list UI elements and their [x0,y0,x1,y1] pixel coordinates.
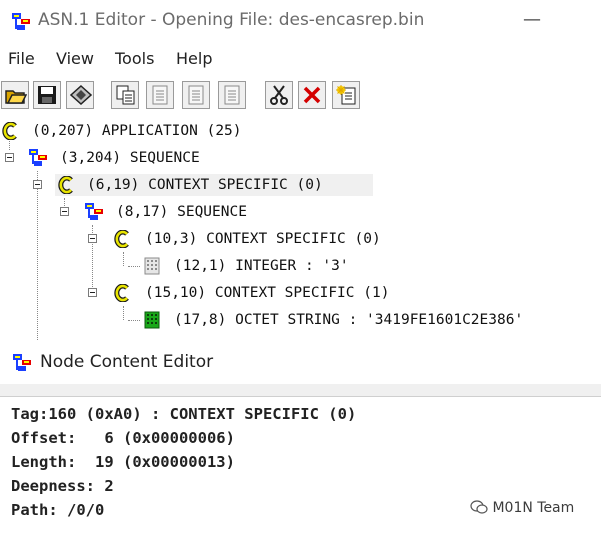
tree-node-integer[interactable]: (12,1) INTEGER : '3' [0,255,430,277]
menu-bar: File View Tools Help [0,44,601,74]
tree-node-label: (3,204) SEQUENCE [60,150,200,166]
new-doc-button[interactable] [332,81,360,109]
node-editor-title-bar: Node Content Editor [0,340,601,384]
tree-node-label: (6,19) CONTEXT SPECIFIC (0) [87,177,323,193]
node-editor-title: Node Content Editor [40,352,214,372]
doc-icon [152,85,168,105]
c-icon [114,230,129,248]
asn1-tree-view: (0,207) APPLICATION (25) (3,204) SEQUENC… [0,116,601,340]
delete-button[interactable] [298,81,326,109]
toolbar [0,78,601,114]
menu-view[interactable]: View [56,49,94,68]
new-doc-icon [336,85,356,105]
cut-button[interactable] [265,81,293,109]
tree-node-context-specific[interactable]: (10,3) CONTEXT SPECIFIC (0) [0,228,430,250]
tree-node-context-specific[interactable]: (15,10) CONTEXT SPECIFIC (1) [0,282,450,304]
tree-node-sequence[interactable]: (8,17) SEQUENCE [0,201,300,223]
tree-node-label: (0,207) APPLICATION (25) [32,123,242,139]
tree-node-context-specific-selected[interactable]: (6,19) CONTEXT SPECIFIC (0) [33,174,373,196]
watermark: M01N Team [470,500,574,516]
doc-icon [188,85,204,105]
wechat-icon [470,500,488,514]
menu-tools[interactable]: Tools [115,49,154,68]
integer-icon [144,257,160,275]
save-button[interactable] [33,81,61,109]
main-title-bar: ASN.1 Editor - Opening File: des-encasre… [0,0,601,42]
tree-node-application[interactable]: (0,207) APPLICATION (25) [0,120,300,142]
collapse-toggle[interactable] [33,180,42,189]
path-line: Path: /0/0 [11,501,105,519]
copy-button[interactable] [111,81,139,109]
window-title: ASN.1 Editor - Opening File: des-encasre… [38,10,425,30]
offset-line: Offset: 6 (0x00000006) [11,429,235,447]
copy-icon [116,85,135,105]
menu-help[interactable]: Help [176,49,212,68]
doc-icon [224,85,240,105]
collapse-toggle[interactable] [88,288,97,297]
length-line: Length: 19 (0x00000013) [11,453,235,471]
open-icon [5,90,27,104]
delete-icon [303,86,321,104]
collapse-toggle[interactable] [88,234,97,243]
collapse-toggle[interactable] [5,153,14,162]
sequence-icon [29,149,47,166]
tree-node-label: (12,1) INTEGER : '3' [174,258,349,274]
c-icon [2,122,17,140]
doc-button-1[interactable] [146,81,174,109]
c-icon [58,176,73,194]
stamp-icon [70,85,92,105]
tree-node-label: (15,10) CONTEXT SPECIFIC (1) [145,285,390,301]
collapse-toggle[interactable] [60,207,69,216]
window-frame [0,384,601,396]
asn1-app-icon [13,354,31,371]
open-button[interactable] [1,81,29,109]
asn1-app-icon [12,13,30,30]
tree-node-label: (10,3) CONTEXT SPECIFIC (0) [145,231,381,247]
tree-node-label: (17,8) OCTET STRING : '3419FE1601C2E386' [174,312,524,328]
stamp-button[interactable] [66,81,94,109]
tag-line: Tag:160 (0xA0) : CONTEXT SPECIFIC (0) [11,405,357,423]
doc-button-2[interactable] [182,81,210,109]
minimize-button[interactable]: — [512,2,552,38]
cut-icon [270,85,288,105]
deepness-line: Deepness: 2 [11,477,114,495]
octet-string-icon [144,311,160,329]
tree-node-sequence[interactable]: (3,204) SEQUENCE [0,147,300,169]
watermark-text: M01N Team [492,500,575,516]
doc-button-3[interactable] [218,81,246,109]
save-icon [38,86,56,104]
menu-file[interactable]: File [8,49,35,68]
sequence-icon [85,203,103,220]
tree-node-octet-string[interactable]: (17,8) OCTET STRING : '3419FE1601C2E386' [0,309,601,331]
c-icon [114,284,129,302]
tree-node-label: (8,17) SEQUENCE [116,204,247,220]
